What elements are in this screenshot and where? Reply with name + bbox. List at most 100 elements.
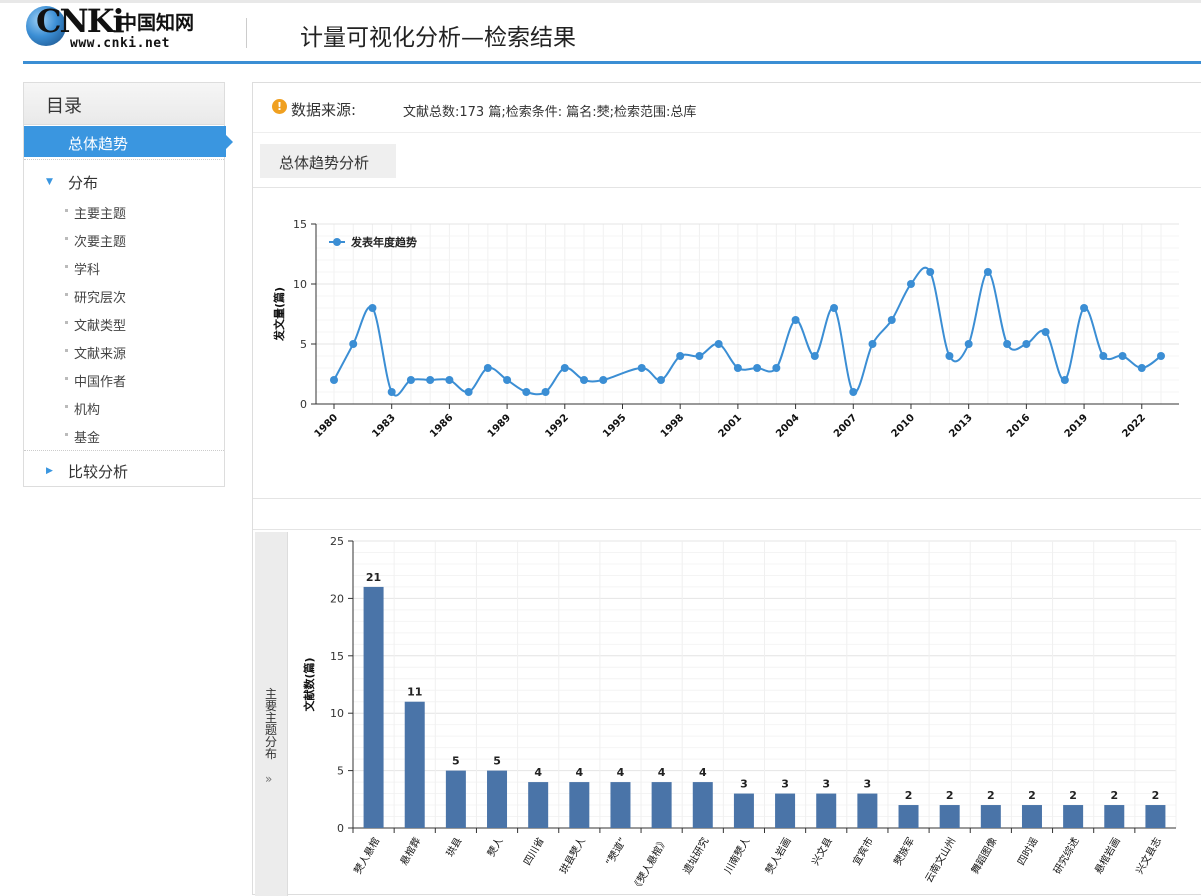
x-tick-label: 2013 [947, 412, 974, 439]
data-point [695, 352, 704, 360]
double-chevron-icon: » [265, 772, 273, 786]
y-tick-label: 15 [293, 218, 307, 231]
sidebar-item-label: 文献类型 [74, 319, 127, 334]
sidebar-group-label: 分布 [68, 174, 99, 192]
legend-marker [333, 238, 341, 246]
bar-value-label: 3 [864, 778, 872, 791]
bar-value-label: 2 [946, 789, 954, 802]
divider [24, 159, 224, 160]
sidebar-item-secondary-topic[interactable]: 次要主题 [24, 228, 224, 250]
bar [857, 793, 878, 828]
bar [1104, 805, 1125, 828]
main-topic-bar-chart: 0 5 10 15 20 25 文献数(篇) 21 僰人悬棺 11 悬棺葬 5 珙县 5 僰人 4 四川省 4 珙县… [302, 535, 1177, 893]
bar-value-label: 21 [366, 571, 381, 584]
bullet-icon [65, 293, 68, 296]
bar-value-label: 2 [1152, 789, 1160, 802]
bar-value-label: 3 [740, 778, 748, 791]
data-point [445, 376, 454, 384]
data-point [1118, 352, 1127, 360]
sidebar-item-institution[interactable]: 机构 [24, 396, 224, 418]
x-tick-label: 四川省 [521, 835, 547, 867]
x-tick-label: 悬棺岩画 [1092, 835, 1123, 876]
x-tick-label: 云南文山州 [922, 835, 958, 885]
bar [816, 793, 837, 828]
data-point [772, 364, 781, 372]
sidebar-group-comparison[interactable]: ▶ 比较分析 [24, 458, 224, 482]
y-axis-label: 文献数(篇) [302, 657, 316, 711]
sidebar-item-research-level[interactable]: 研究层次 [24, 284, 224, 306]
sidebar: 目录 总体趋势 ▼ 分布 主要主题 次要主题 学科 研究层次 文献类型 文献来源… [23, 82, 233, 487]
sidebar-item-label: 研究层次 [74, 291, 127, 306]
x-tick-label: 2019 [1063, 412, 1090, 439]
data-point [522, 388, 531, 396]
x-tick-label: 研究综述 [1050, 835, 1081, 876]
bar [363, 586, 384, 828]
bullet-icon [65, 265, 68, 268]
sidebar-item-discipline[interactable]: 学科 [24, 256, 224, 278]
x-tick-label: 1983 [370, 412, 397, 439]
sidebar-item-document-type[interactable]: 文献类型 [24, 312, 224, 334]
x-tick-label: 宜宾市 [850, 835, 876, 867]
sidebar-item-label: 基金 [74, 431, 101, 446]
data-source-info: 文献总数:173 篇;检索条件: 篇名:僰;检索范围:总库 [403, 105, 697, 120]
sidebar-group-label: 比较分析 [68, 463, 129, 481]
caret-down-icon: ▼ [46, 177, 53, 187]
sidebar-item-label: 总体趋势 [68, 135, 129, 153]
bullet-icon [65, 321, 68, 324]
x-tick-label: 遗址研究 [680, 835, 711, 876]
page-title: 计量可视化分析—检索结果 [300, 25, 576, 51]
bullet-icon [65, 405, 68, 408]
x-tick-label: 2010 [890, 412, 917, 439]
sidebar-group-distribution[interactable]: ▼ 分布 [24, 169, 224, 193]
data-point [368, 304, 377, 312]
sidebar-item-label: 机构 [74, 403, 101, 418]
sidebar-item-overall-trend[interactable]: 总体趋势 [24, 126, 233, 157]
top-border [0, 0, 1201, 3]
y-tick-label: 0 [337, 822, 344, 835]
active-pointer-icon [226, 135, 233, 149]
data-point [1157, 352, 1165, 360]
data-point [483, 364, 492, 372]
data-point [945, 352, 954, 360]
data-point [330, 376, 338, 384]
x-tick-label: 1986 [428, 412, 455, 439]
y-tick-label: 5 [337, 765, 344, 778]
sidebar-item-fund[interactable]: 基金 [24, 424, 224, 446]
bar [610, 782, 631, 828]
bar [487, 770, 508, 828]
bar [445, 770, 466, 828]
main-panel: ! 数据来源: 文献总数:173 篇;检索条件: 篇名:僰;检索范围:总库 总体… [252, 82, 1201, 896]
bar-value-label: 4 [617, 766, 625, 779]
bar [775, 793, 796, 828]
bullet-icon [65, 209, 68, 212]
bar-value-label: 11 [407, 686, 422, 699]
collapse-tab-main-topic[interactable]: 主要主题分布 » [255, 532, 288, 896]
x-tick-label: 舞蹈图像 [969, 836, 999, 877]
warning-icon: ! [272, 99, 287, 114]
x-tick-label: 2004 [774, 412, 801, 439]
y-tick-label: 15 [330, 650, 344, 663]
data-point [637, 364, 646, 372]
y-tick-label: 25 [330, 535, 344, 548]
x-tick-label: 《僰人悬棺》 [629, 835, 670, 893]
x-tick-label: 川南僰人 [721, 835, 752, 876]
sidebar-item-chinese-author[interactable]: 中国作者 [24, 368, 224, 390]
data-point [868, 340, 877, 348]
bar-value-label: 4 [699, 766, 707, 779]
bar [569, 782, 590, 828]
x-tick-label: 珙县 [444, 836, 464, 859]
cnki-logo[interactable]: CNKi 中国知网 www.cnki.net [26, 2, 216, 54]
bullet-icon [65, 377, 68, 380]
tab-overall-trend-analysis[interactable]: 总体趋势分析 [260, 144, 396, 178]
x-tick-label: 僰族军 [891, 835, 917, 867]
data-point [656, 376, 665, 384]
year-trend-line-chart: 0 5 10 15 1980 1983 1986 1989 1992 1995 1998 2001 20… [272, 218, 1179, 440]
divider [253, 187, 1201, 188]
sidebar-item-document-source[interactable]: 文献来源 [24, 340, 224, 362]
bar-value-label: 4 [658, 766, 666, 779]
sidebar-item-main-topic[interactable]: 主要主题 [24, 200, 224, 222]
data-point [580, 376, 589, 384]
sidebar-item-label: 文献来源 [74, 347, 127, 362]
x-tick-label: 1998 [659, 412, 686, 439]
x-tick-label: 1992 [543, 412, 570, 439]
